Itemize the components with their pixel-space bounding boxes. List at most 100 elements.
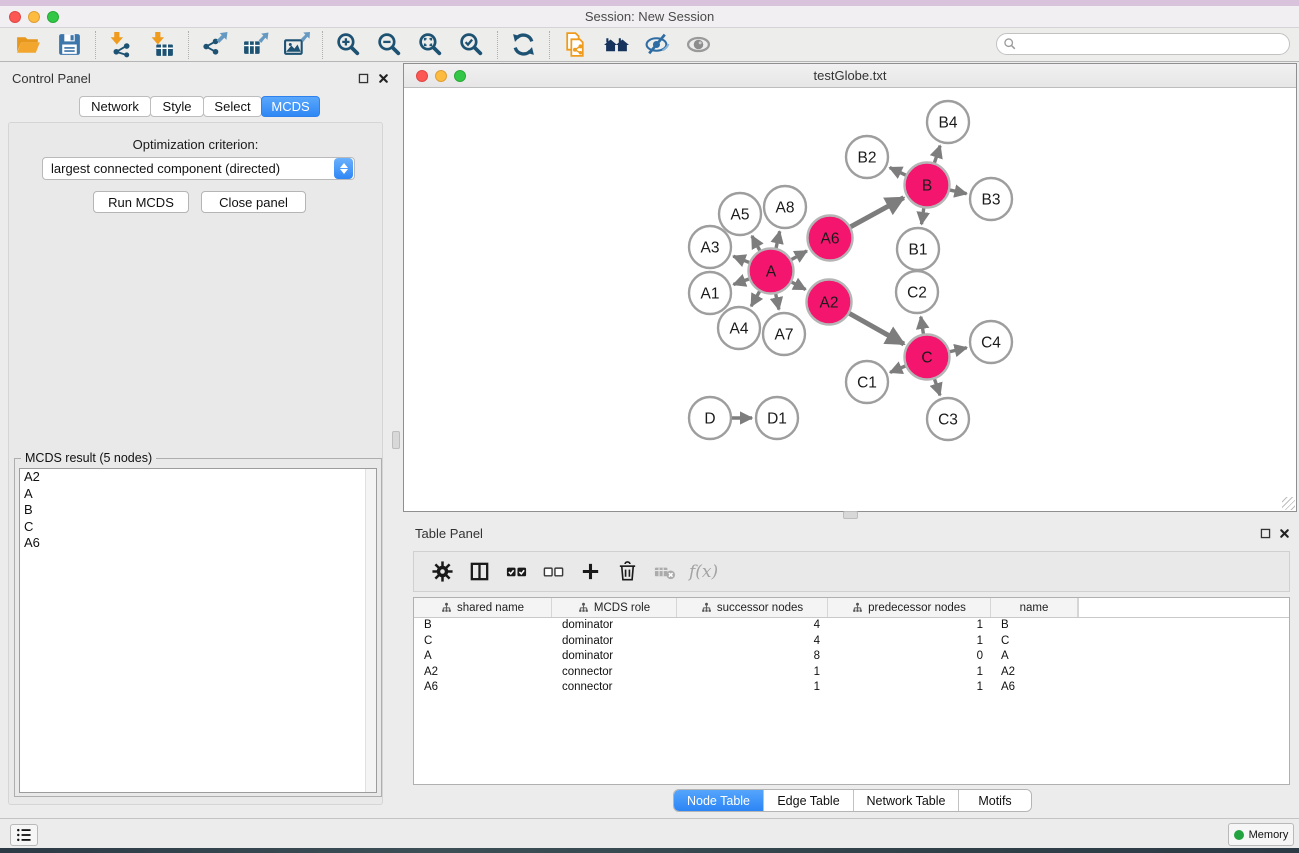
float-control-panel-button[interactable] (357, 72, 370, 85)
close-window-light[interactable] (9, 11, 21, 23)
node-A6[interactable]: A6 (808, 216, 853, 261)
tab-network-table[interactable]: Network Table (854, 790, 959, 811)
node-B1[interactable]: B1 (897, 228, 939, 270)
show-bird-eye-button[interactable] (678, 29, 719, 61)
horizontal-split-handle[interactable] (843, 511, 858, 519)
apply-layout-refresh-button[interactable] (503, 29, 544, 61)
cell-successor-nodes[interactable]: 8 (677, 649, 828, 665)
node-C2[interactable]: C2 (896, 271, 938, 313)
edge-A6-B[interactable] (847, 198, 904, 229)
zoom-fit-button[interactable] (410, 29, 451, 61)
column-header-MCDS-role[interactable]: MCDS role (552, 598, 677, 617)
zoom-window-light[interactable] (47, 11, 59, 23)
node-B4[interactable]: B4 (927, 101, 969, 143)
table-row[interactable]: A6connector11A6 (414, 680, 1289, 696)
cell-successor-nodes[interactable]: 1 (677, 680, 828, 696)
network-canvas[interactable]: B4B2BB3A5A8A6B1A3AA1C2A2A4A7C4CC1C3DD1 (404, 88, 1296, 511)
node-C[interactable]: C (905, 335, 950, 380)
memory-button[interactable]: Memory (1228, 823, 1294, 846)
cell-shared-name[interactable]: B (414, 618, 552, 634)
task-history-button[interactable] (10, 824, 38, 846)
column-header-name[interactable]: name (991, 598, 1078, 617)
tab-node-table[interactable]: Node Table (674, 790, 764, 811)
network-close-light[interactable] (416, 70, 428, 82)
tab-edge-table[interactable]: Edge Table (764, 790, 854, 811)
save-session-button[interactable] (49, 29, 90, 61)
network-zoom-light[interactable] (454, 70, 466, 82)
open-session-button[interactable] (8, 29, 49, 61)
close-control-panel-button[interactable] (377, 72, 390, 85)
close-panel-button[interactable]: Close panel (201, 191, 306, 213)
cell-shared-name[interactable]: A6 (414, 680, 552, 696)
mcds-result-item[interactable]: A2 (20, 469, 376, 486)
cell-name[interactable]: B (991, 618, 1078, 634)
split-table-columns-button[interactable] (461, 555, 498, 589)
node-C3[interactable]: C3 (927, 398, 969, 440)
cell-name[interactable]: C (991, 634, 1078, 650)
cell-predecessor-nodes[interactable]: 1 (828, 680, 991, 696)
export-network-button[interactable] (194, 29, 235, 61)
add-column-plus-button[interactable] (572, 555, 609, 589)
cell-MCDS-role[interactable]: connector (552, 665, 677, 681)
export-table-button[interactable] (235, 29, 276, 61)
cell-name[interactable]: A (991, 649, 1078, 665)
minimize-window-light[interactable] (28, 11, 40, 23)
network-window-titlebar[interactable]: testGlobe.txt (404, 64, 1296, 88)
window-resize-grip[interactable] (1282, 497, 1295, 510)
delete-column-trash-button[interactable] (609, 555, 646, 589)
cell-name[interactable]: A6 (991, 680, 1078, 696)
table-row[interactable]: Bdominator41B (414, 618, 1289, 634)
node-A4[interactable]: A4 (718, 307, 760, 349)
close-table-panel-button[interactable] (1278, 527, 1291, 540)
select-all-checkboxes-button[interactable] (498, 555, 535, 589)
node-A2[interactable]: A2 (807, 280, 852, 325)
cell-shared-name[interactable]: A (414, 649, 552, 665)
node-B2[interactable]: B2 (846, 136, 888, 178)
search-box[interactable] (996, 33, 1290, 55)
mcds-result-item[interactable]: B (20, 502, 376, 519)
node-A7[interactable]: A7 (763, 313, 805, 355)
cell-MCDS-role[interactable]: connector (552, 680, 677, 696)
run-mcds-button[interactable]: Run MCDS (93, 191, 189, 213)
cell-shared-name[interactable]: C (414, 634, 552, 650)
cell-predecessor-nodes[interactable]: 1 (828, 634, 991, 650)
cell-successor-nodes[interactable]: 4 (677, 634, 828, 650)
node-A[interactable]: A (749, 249, 794, 294)
table-row[interactable]: A2connector11A2 (414, 665, 1289, 681)
cell-shared-name[interactable]: A2 (414, 665, 552, 681)
tab-style[interactable]: Style (150, 96, 204, 117)
tab-mcds[interactable]: MCDS (261, 96, 320, 117)
column-header-shared-name[interactable]: shared name (414, 598, 552, 617)
node-A5[interactable]: A5 (719, 193, 761, 235)
mcds-result-item[interactable]: A6 (20, 535, 376, 552)
duplicate-network-button[interactable] (555, 29, 596, 61)
vertical-split-handle[interactable] (392, 431, 400, 449)
node-C1[interactable]: C1 (846, 361, 888, 403)
node-B[interactable]: B (905, 163, 950, 208)
node-C4[interactable]: C4 (970, 321, 1012, 363)
search-input[interactable] (1017, 37, 1289, 51)
cell-predecessor-nodes[interactable]: 1 (828, 665, 991, 681)
table-row[interactable]: Adominator80A (414, 649, 1289, 665)
criterion-dropdown[interactable]: largest connected component (directed) (42, 157, 355, 180)
node-D[interactable]: D (689, 397, 731, 439)
import-network-button[interactable] (101, 29, 142, 61)
function-builder-button[interactable]: f(x) (689, 562, 718, 582)
deselect-all-checkboxes-button[interactable] (535, 555, 572, 589)
cell-MCDS-role[interactable]: dominator (552, 634, 677, 650)
cell-MCDS-role[interactable]: dominator (552, 618, 677, 634)
zoom-selected-button[interactable] (451, 29, 492, 61)
tab-select[interactable]: Select (203, 96, 262, 117)
network-overview-home-button[interactable] (596, 29, 637, 61)
zoom-in-button[interactable] (328, 29, 369, 61)
table-row[interactable]: Cdominator41C (414, 634, 1289, 650)
export-image-button[interactable] (276, 29, 317, 61)
result-list-scrollbar[interactable] (365, 469, 376, 792)
column-header-predecessor-nodes[interactable]: predecessor nodes (828, 598, 991, 617)
import-table-button[interactable] (142, 29, 183, 61)
cell-successor-nodes[interactable]: 4 (677, 618, 828, 634)
node-A8[interactable]: A8 (764, 186, 806, 228)
cell-predecessor-nodes[interactable]: 0 (828, 649, 991, 665)
hide-graphics-details-eye-button[interactable] (637, 29, 678, 61)
cell-name[interactable]: A2 (991, 665, 1078, 681)
